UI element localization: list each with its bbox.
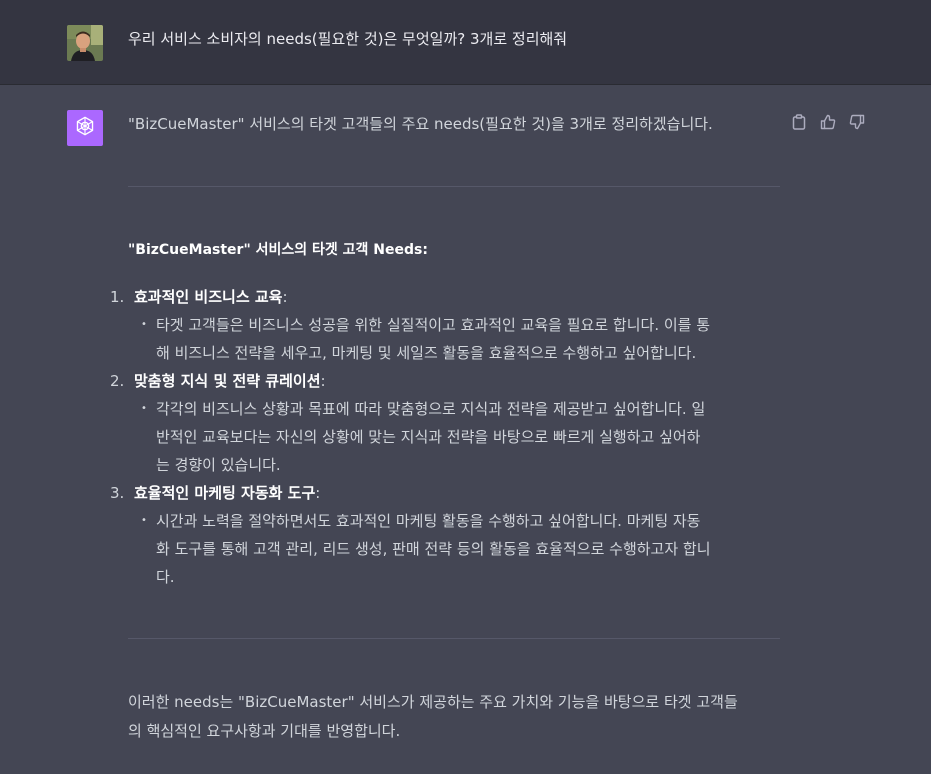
- message-actions: [790, 113, 866, 131]
- list-item-number: 3.: [110, 484, 125, 502]
- list-item-body: 각각의 비즈니스 상황과 목표에 따라 맞춤형으로 지식과 전략을 제공받고 싶…: [156, 400, 706, 474]
- openai-logo-icon: [74, 115, 96, 141]
- assistant-avatar: [67, 110, 103, 146]
- bullet-icon: •: [141, 403, 147, 414]
- list-item-body: 타겟 고객들은 비즈니스 성공을 위한 실질적이고 효과적인 교육을 필요로 합…: [156, 316, 711, 362]
- list-item-number: 1.: [110, 288, 125, 306]
- bullet-icon: •: [141, 319, 147, 330]
- user-message-row: 우리 서비스 소비자의 needs(필요한 것)은 무엇일까? 3개로 정리해줘: [0, 0, 931, 85]
- needs-heading: "BizCueMaster" 서비스의 타겟 고객 Needs:: [128, 242, 428, 258]
- list-item-number: 2.: [110, 372, 125, 390]
- bullet-icon: •: [141, 515, 147, 526]
- divider-top: [128, 186, 780, 187]
- closing-paragraph: 이러한 needs는 "BizCueMaster" 서비스가 제공하는 주요 가…: [128, 693, 738, 740]
- thumbs-down-icon[interactable]: [848, 113, 866, 131]
- divider-bottom: [128, 638, 780, 639]
- thumbs-up-icon[interactable]: [819, 113, 837, 131]
- list-item-title: 맞춤형 지식 및 전략 큐레이션:: [134, 372, 326, 390]
- copy-icon[interactable]: [790, 113, 808, 131]
- list-item-body: 시간과 노력을 절약하면서도 효과적인 마케팅 활동을 수행하고 싶어합니다. …: [156, 512, 711, 586]
- user-message-text: 우리 서비스 소비자의 needs(필요한 것)은 무엇일까? 3개로 정리해줘: [128, 30, 568, 48]
- user-avatar: [67, 25, 103, 61]
- list-item-title: 효율적인 마케팅 자동화 도구:: [134, 484, 321, 502]
- assistant-intro-text: "BizCueMaster" 서비스의 타겟 고객들의 주요 needs(필요한…: [128, 115, 713, 133]
- list-item-title: 효과적인 비즈니스 교육:: [134, 288, 288, 306]
